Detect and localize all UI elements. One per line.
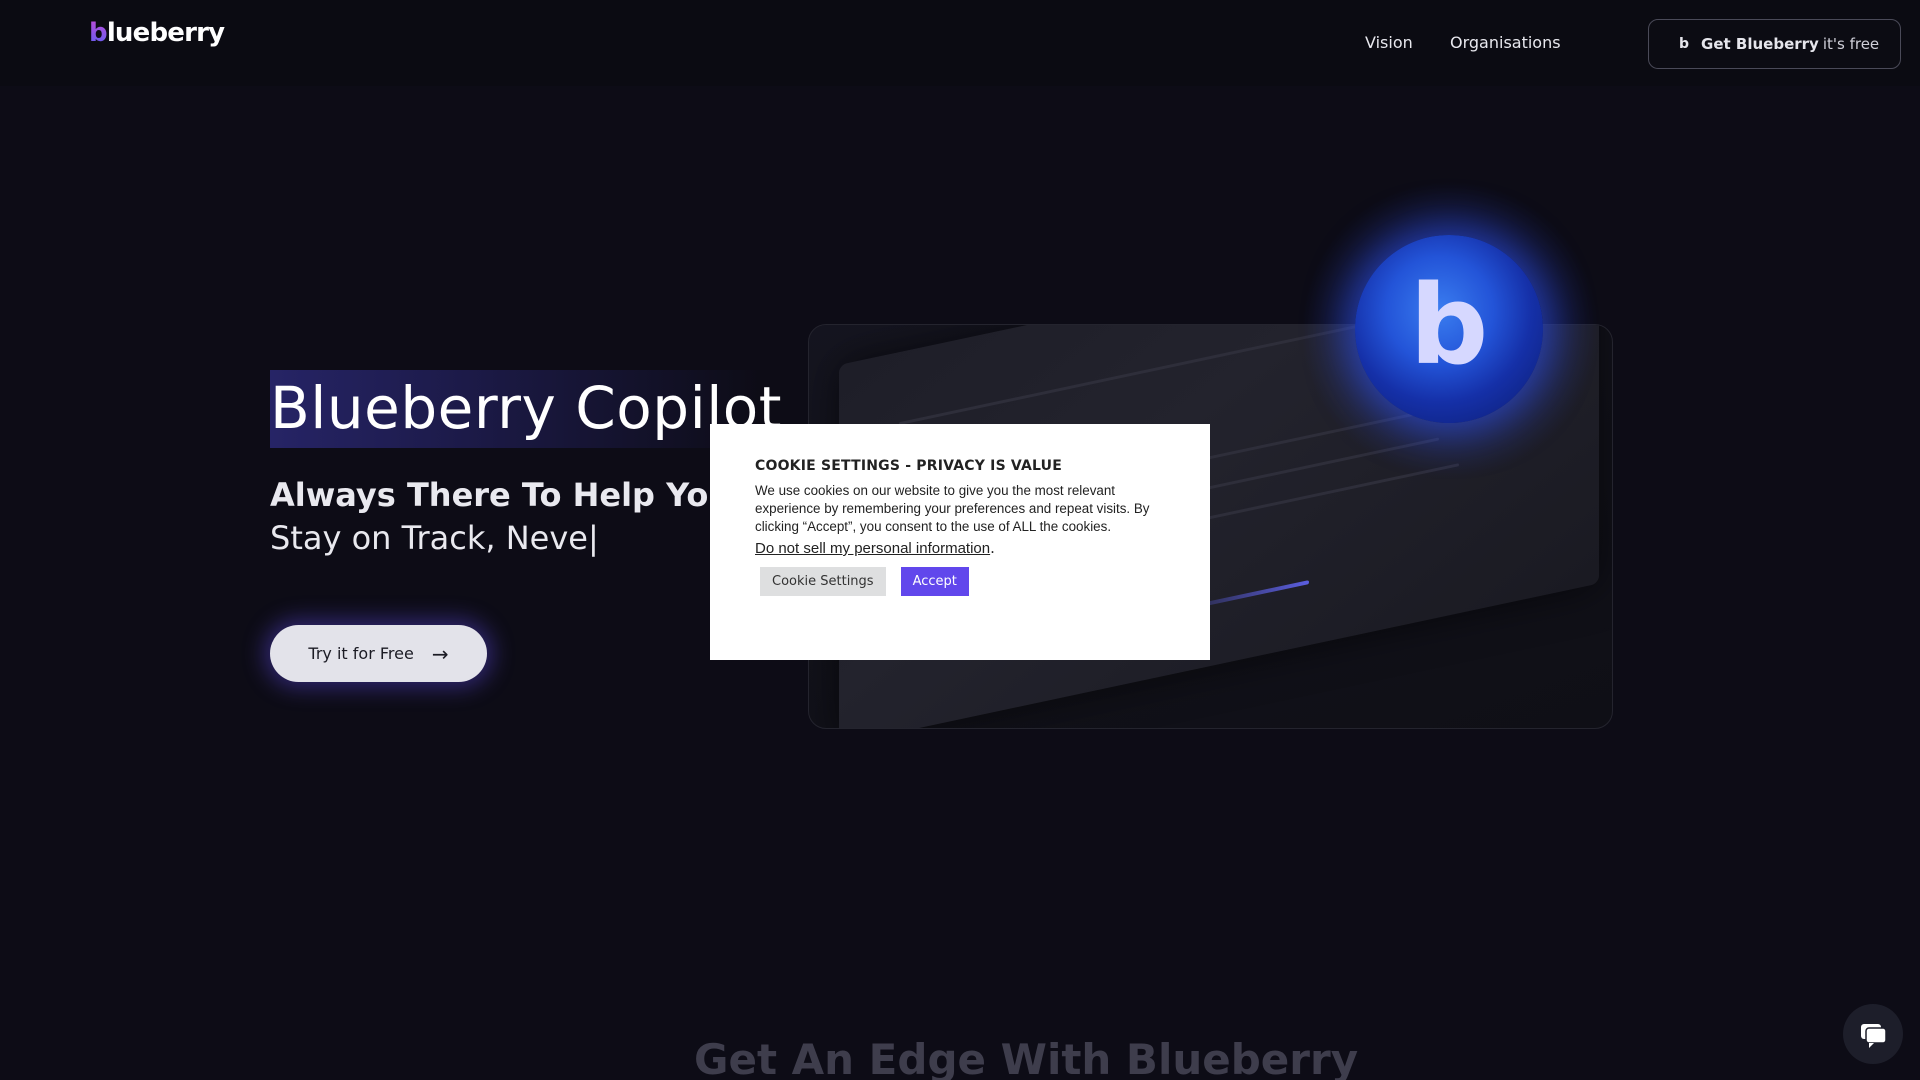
link-suffix: . xyxy=(990,539,995,557)
cookie-consent-dialog: COOKIE SETTINGS - PRIVACY IS VALUE We us… xyxy=(710,424,1210,660)
hero-subtitle: Always There To Help You xyxy=(270,476,732,514)
orb-letter: b xyxy=(1409,261,1489,389)
blueberry-mark-icon: b xyxy=(1679,36,1690,52)
cookie-link-row: Do not sell my personal information. xyxy=(755,536,1165,557)
cookie-settings-button[interactable]: Cookie Settings xyxy=(760,567,886,596)
arrow-right-icon: → xyxy=(431,641,449,666)
chat-widget-button[interactable] xyxy=(1843,1004,1903,1064)
nav-vision[interactable]: Vision xyxy=(1365,33,1413,52)
blueberry-orb-logo: b xyxy=(1355,235,1543,423)
logo-text: lueberry xyxy=(106,18,225,48)
cookie-actions: Cookie Settings Accept xyxy=(755,567,1165,596)
cookie-title: COOKIE SETTINGS - PRIVACY IS VALUE xyxy=(755,458,1062,474)
chat-bubble-icon xyxy=(1861,1024,1887,1048)
hero-title: Blueberry Copilot xyxy=(270,374,783,442)
get-blueberry-button[interactable]: b Get Blueberry it's free xyxy=(1648,19,1901,69)
nav-organisations[interactable]: Organisations xyxy=(1450,33,1561,52)
section-title: Get An Edge With Blueberry xyxy=(694,1035,1359,1080)
hero-typing-text: Stay on Track, Neve| xyxy=(270,519,599,557)
cookie-body: We use cookies on our website to give yo… xyxy=(755,483,1150,534)
try-free-button[interactable]: Try it for Free → xyxy=(270,625,487,682)
logo[interactable]: blueberry xyxy=(89,18,225,48)
do-not-sell-link[interactable]: Do not sell my personal information xyxy=(755,540,990,557)
try-free-label: Try it for Free xyxy=(308,644,414,663)
accept-button[interactable]: Accept xyxy=(900,567,969,596)
logo-mark: b xyxy=(89,18,108,48)
site-header: blueberry Vision Organisations b Get Blu… xyxy=(0,0,1920,86)
get-blueberry-label: Get Blueberry it's free xyxy=(1701,35,1880,53)
